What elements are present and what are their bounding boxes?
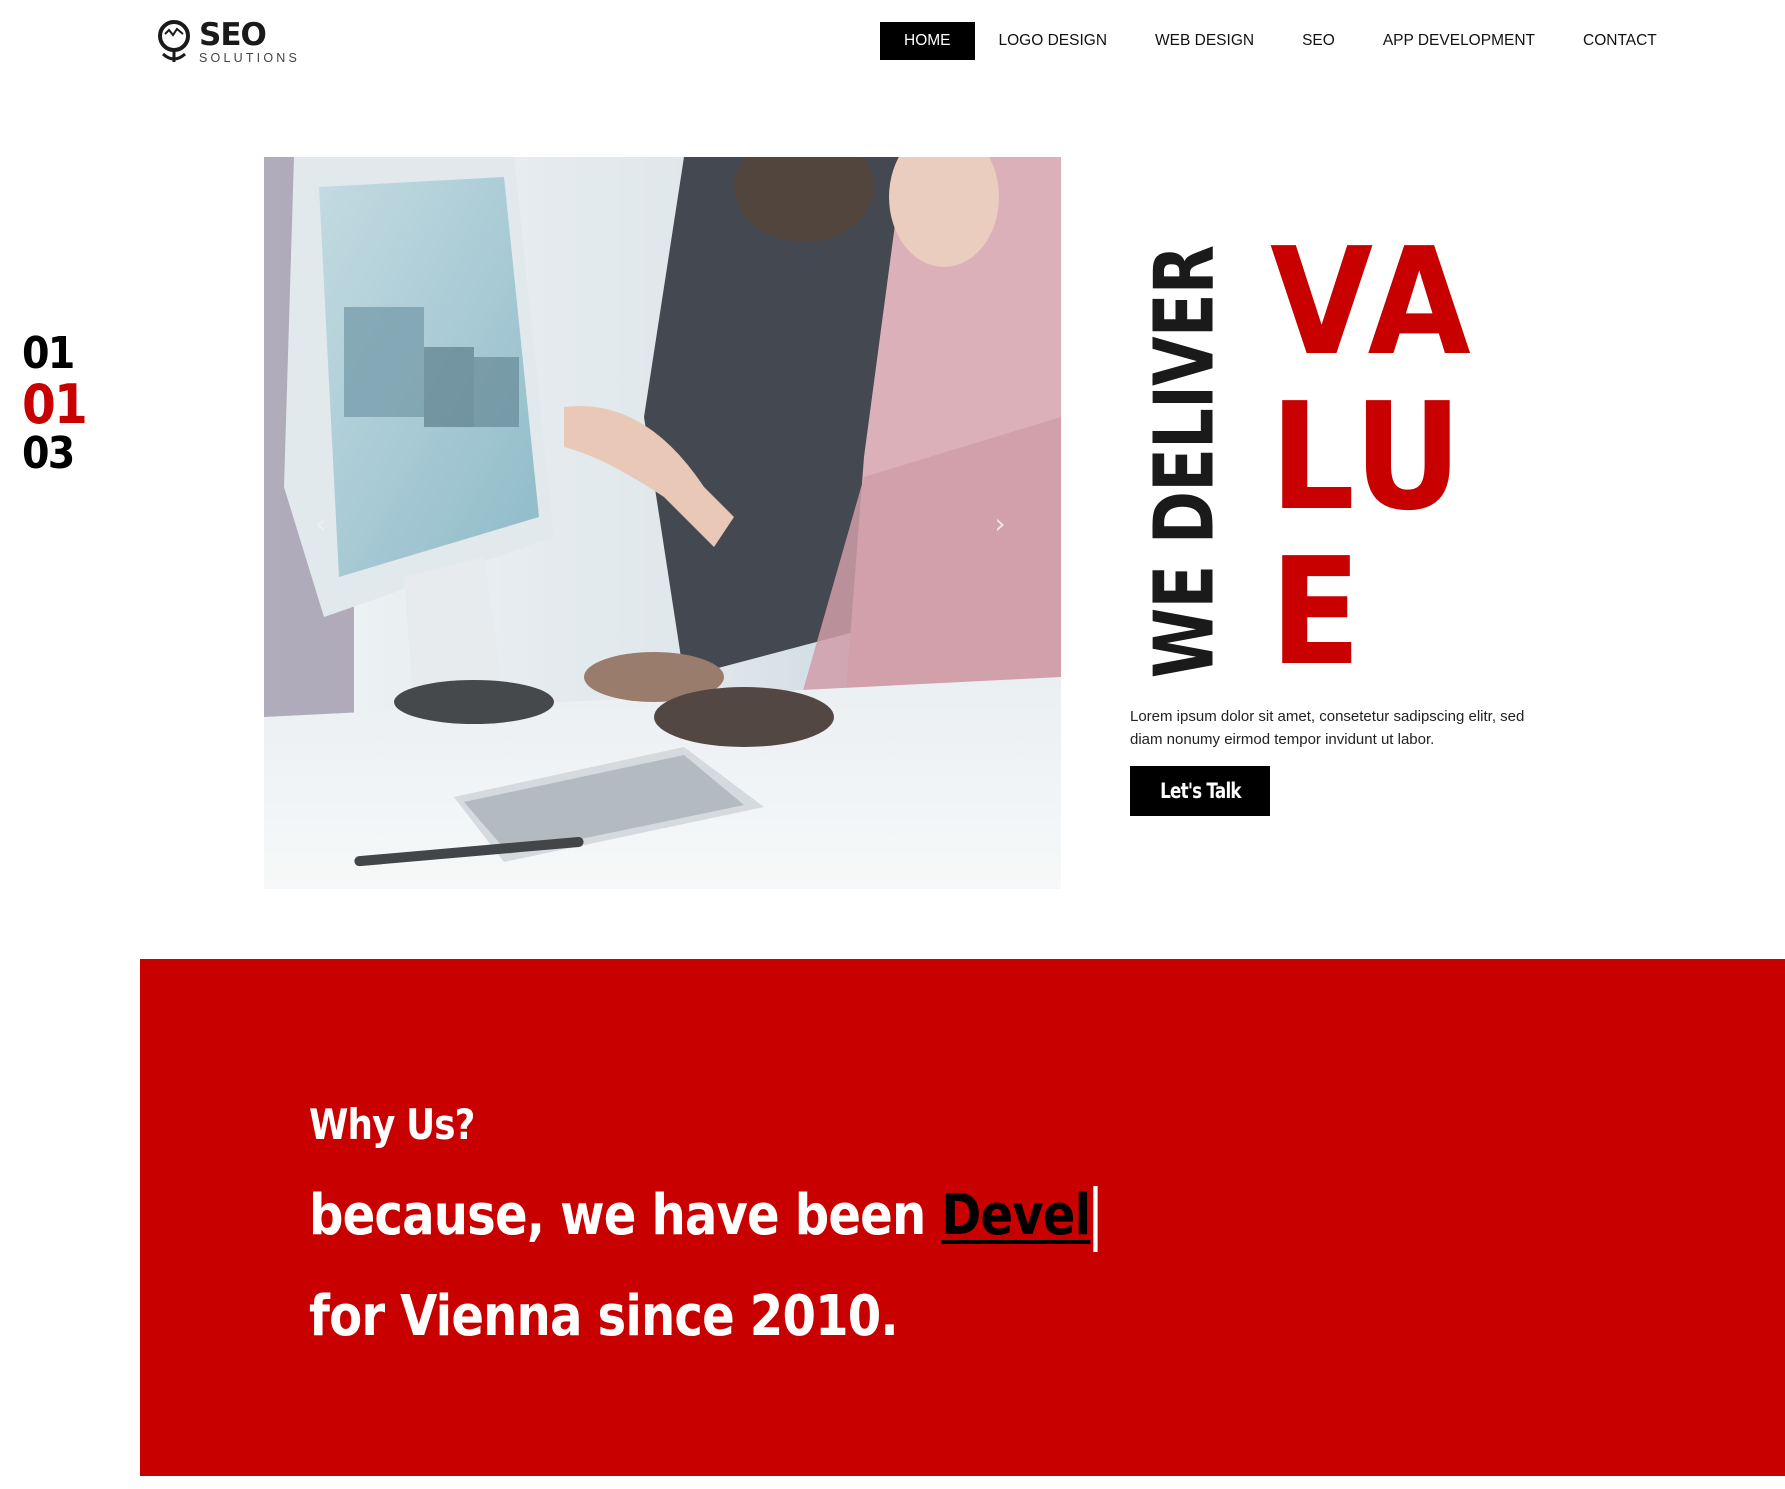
why-us-line1-prefix: because, we have been bbox=[309, 1183, 942, 1248]
lets-talk-button[interactable]: Let's Talk bbox=[1130, 766, 1270, 816]
hero-description: Lorem ipsum dolor sit amet, consetetur s… bbox=[1130, 708, 1525, 748]
logo-title: SEO bbox=[199, 16, 267, 53]
why-us-line1: because, we have been Devel bbox=[309, 1183, 1226, 1252]
value-line: VA bbox=[1270, 216, 1475, 388]
lets-talk-label: Let's Talk bbox=[1159, 779, 1241, 803]
vertical-heading: WE DELIVER bbox=[1138, 185, 1233, 739]
logo-subtitle: SOLUTIONS bbox=[199, 50, 301, 65]
vertical-heading-text: WE DELIVER bbox=[1137, 245, 1233, 679]
why-us-line2-text: for Vienna since 2010. bbox=[309, 1284, 899, 1349]
hero-slide-image bbox=[264, 157, 1061, 889]
nav-app-development[interactable]: APP DEVELOPMENT bbox=[1359, 22, 1559, 60]
slide-counter-current: 01 bbox=[22, 373, 88, 436]
value-line: LU bbox=[1270, 371, 1466, 543]
chevron-left-icon: ‹ bbox=[315, 506, 327, 540]
main-nav: HOME LOGO DESIGN WEB DESIGN SEO APP DEVE… bbox=[880, 22, 1681, 60]
nav-web-design[interactable]: WEB DESIGN bbox=[1131, 22, 1278, 60]
value-heading: VA LU E bbox=[1270, 225, 1497, 690]
nav-logo-design[interactable]: LOGO DESIGN bbox=[975, 22, 1132, 60]
why-us-heading: Why Us? bbox=[309, 1100, 504, 1149]
nav-seo[interactable]: SEO bbox=[1278, 22, 1359, 60]
nav-home[interactable]: HOME bbox=[880, 22, 975, 60]
nav-contact[interactable]: CONTACT bbox=[1559, 22, 1681, 60]
typing-cursor bbox=[1093, 1185, 1098, 1252]
slider-prev-button[interactable]: ‹ bbox=[306, 506, 336, 540]
typed-word: Devel bbox=[941, 1183, 1091, 1248]
value-line: E bbox=[1270, 526, 1365, 698]
vertical-heading-wrap: WE DELIVER bbox=[1138, 240, 1233, 685]
slide-counter-top: 01 bbox=[22, 328, 75, 379]
slider-next-button[interactable]: › bbox=[985, 506, 1015, 540]
slide-counter-total: 03 bbox=[22, 428, 75, 479]
location-pin-logo-icon bbox=[155, 16, 195, 68]
logo[interactable]: SEO SOLUTIONS bbox=[155, 14, 305, 70]
why-us-line2: for Vienna since 2010. bbox=[309, 1284, 994, 1349]
why-us-heading-text: Why Us? bbox=[309, 1100, 475, 1149]
chevron-right-icon: › bbox=[994, 506, 1006, 540]
slide-counter: 01 01 03 bbox=[22, 332, 93, 478]
